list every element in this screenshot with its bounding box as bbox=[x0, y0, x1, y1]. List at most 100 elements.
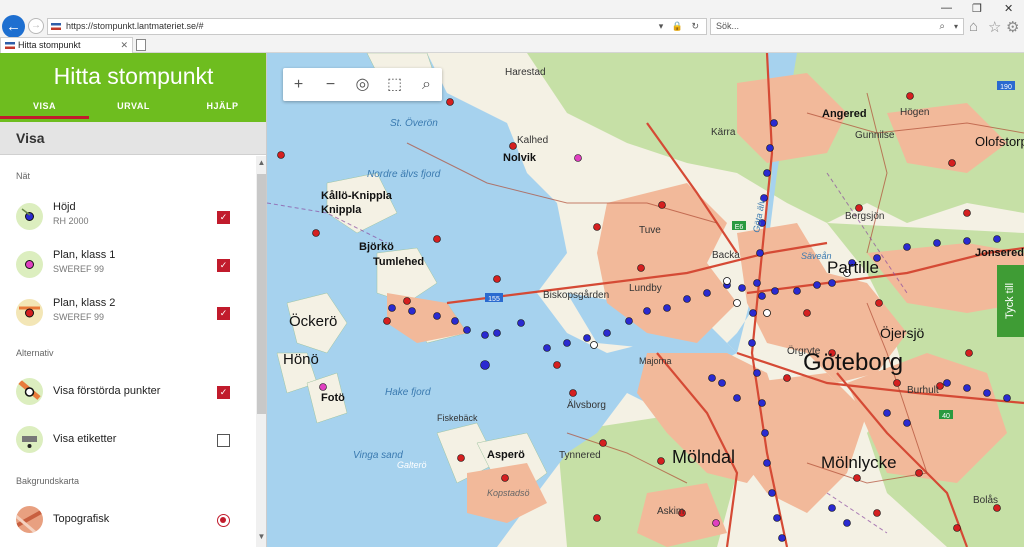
map-label: Kopstadsö bbox=[487, 488, 530, 498]
tab-hjalp[interactable]: HJÄLP bbox=[178, 101, 266, 111]
panel-scrollbar[interactable]: ▲ ▼ bbox=[256, 156, 266, 547]
close-tab-icon[interactable]: ✕ bbox=[120, 38, 128, 52]
group-label-nat: Nät bbox=[16, 171, 31, 181]
road-number: 155 bbox=[488, 296, 500, 303]
map-label: Vinga sand bbox=[353, 450, 403, 461]
topographic-map-icon bbox=[16, 506, 43, 533]
scroll-thumb[interactable] bbox=[257, 174, 266, 414]
locate-icon[interactable]: ◎ bbox=[347, 68, 378, 101]
favorites-star-icon[interactable]: ☆ bbox=[988, 18, 1001, 36]
tab-strip: Hitta stompunkt ✕ bbox=[0, 37, 1024, 53]
map-label: Gunnilse bbox=[855, 130, 895, 141]
map-label: Kållö-Knippla bbox=[321, 190, 393, 202]
section-header: Visa bbox=[0, 122, 266, 155]
map-label: Hake fjord bbox=[385, 387, 431, 398]
layer-item-plan-klass-2[interactable]: Plan, klass 2 SWEREF 99 ✓ bbox=[0, 293, 256, 333]
map-label: Öjersjö bbox=[880, 324, 925, 341]
map-label: Jonsered bbox=[975, 247, 1024, 259]
address-bar[interactable]: https://stompunkt.lantmateriet.se/# ▾ 🔒 … bbox=[47, 18, 707, 35]
radio-selected[interactable] bbox=[217, 514, 230, 527]
browser-toolbar: ← → https://stompunkt.lantmateriet.se/# … bbox=[0, 0, 1024, 38]
layer-title: Plan, klass 1 bbox=[53, 249, 116, 261]
destroyed-point-icon bbox=[16, 378, 43, 405]
new-tab-icon[interactable] bbox=[136, 39, 146, 51]
map-label: Bolås bbox=[973, 494, 998, 506]
map-label: Bergsjön bbox=[845, 211, 884, 222]
map-toolbar: + − ◎ ⬚ ⌕ bbox=[283, 68, 442, 101]
back-arrow-icon[interactable]: ← bbox=[2, 15, 25, 38]
browser-search-box[interactable]: Sök... ⌕ ▾ bbox=[710, 18, 964, 35]
map-label: Mölndal bbox=[672, 447, 735, 467]
search-icon[interactable]: ⌕ bbox=[939, 19, 945, 34]
checkbox-checked[interactable]: ✓ bbox=[217, 259, 230, 272]
group-label-alternativ: Alternativ bbox=[16, 348, 54, 358]
option-visa-forstorda-punkter[interactable]: Visa förstörda punkter ✓ bbox=[0, 372, 256, 412]
map-label: Öckerö bbox=[289, 312, 337, 330]
map-label: Harestad bbox=[505, 67, 546, 78]
checkbox-checked[interactable]: ✓ bbox=[217, 307, 230, 320]
map-label: Älvsborg bbox=[567, 399, 606, 411]
checkbox-unchecked[interactable] bbox=[217, 434, 230, 447]
search-icon[interactable]: ⌕ bbox=[411, 68, 442, 101]
map-label: Tynnered bbox=[559, 450, 601, 461]
map-label: St. Överön bbox=[390, 117, 438, 129]
feedback-button[interactable]: Tyck till bbox=[997, 265, 1024, 337]
layer-item-plan-klass-1[interactable]: Plan, klass 1 SWEREF 99 ✓ bbox=[0, 245, 256, 285]
map-label: Askim bbox=[657, 506, 684, 517]
chevron-down-icon[interactable]: ▾ bbox=[954, 19, 958, 34]
road-number: 190 bbox=[1000, 84, 1012, 91]
map-label: Lundby bbox=[629, 283, 662, 294]
label-icon bbox=[16, 426, 43, 453]
home-icon[interactable]: ⌂ bbox=[969, 18, 978, 35]
minimize-icon[interactable]: — bbox=[941, 2, 952, 14]
browser-tab-title: Hitta stompunkt bbox=[18, 40, 81, 50]
layer-item-hojd[interactable]: Höjd RH 2000 ✓ bbox=[0, 197, 256, 237]
road-number: 40 bbox=[942, 413, 950, 420]
map-label: Backa bbox=[712, 250, 740, 261]
gear-icon[interactable]: ⚙ bbox=[1006, 18, 1019, 36]
site-flag-icon bbox=[5, 42, 15, 49]
plan-class1-point-icon bbox=[16, 251, 43, 278]
map-label: Högen bbox=[900, 107, 929, 118]
map-label: Göteborg bbox=[803, 349, 903, 376]
browser-search-placeholder: Sök... bbox=[716, 21, 740, 31]
map-label: Hönö bbox=[283, 351, 319, 368]
tab-urval[interactable]: URVAL bbox=[89, 101, 178, 111]
panel-header: Hitta stompunkt VISA URVAL HJÄLP bbox=[0, 53, 266, 122]
address-tools-icon[interactable]: ▾ 🔒 ↻ bbox=[659, 19, 702, 34]
basemap-topografisk[interactable]: Topografisk bbox=[0, 500, 256, 540]
layer-subtitle: SWEREF 99 bbox=[53, 312, 105, 322]
address-url: https://stompunkt.lantmateriet.se/# bbox=[66, 21, 204, 31]
zoom-out-icon[interactable]: − bbox=[315, 68, 346, 101]
site-flag-icon bbox=[51, 23, 61, 30]
map-label: Angered bbox=[822, 108, 867, 120]
map-label: Nolvik bbox=[503, 152, 537, 164]
option-title: Visa etiketter bbox=[53, 433, 117, 445]
map-label: Tumlehed bbox=[373, 256, 424, 268]
option-visa-etiketter[interactable]: Visa etiketter bbox=[0, 420, 256, 460]
map-canvas[interactable]: 155 E6 190 40 Harestad St. Överön Kalhed… bbox=[267, 53, 1024, 547]
close-icon[interactable]: ✕ bbox=[1004, 2, 1013, 15]
map-label: Knippla bbox=[321, 204, 362, 216]
map-label: Tuve bbox=[639, 225, 661, 236]
map-label: Asperö bbox=[487, 449, 525, 461]
zoom-in-icon[interactable]: + bbox=[283, 68, 314, 101]
map-label: Kärra bbox=[711, 127, 736, 138]
map-label: Majorna bbox=[639, 356, 672, 366]
map-svg[interactable]: 155 E6 190 40 Harestad St. Överön Kalhed… bbox=[267, 53, 1024, 547]
tab-visa[interactable]: VISA bbox=[0, 101, 89, 119]
browser-chrome: ← → https://stompunkt.lantmateriet.se/# … bbox=[0, 0, 1024, 53]
checkbox-checked[interactable]: ✓ bbox=[217, 211, 230, 224]
checkbox-checked[interactable]: ✓ bbox=[217, 386, 230, 399]
map-label: Galterö bbox=[397, 460, 427, 470]
restore-icon[interactable]: ❐ bbox=[972, 2, 982, 15]
scroll-down-icon[interactable]: ▼ bbox=[256, 532, 266, 544]
map-label: Burhult bbox=[907, 385, 939, 396]
map-label: Olofstorp bbox=[975, 134, 1024, 149]
select-area-icon[interactable]: ⬚ bbox=[379, 68, 410, 101]
map-label: Nordre älvs fjord bbox=[367, 169, 441, 180]
map-label: Fiskebäck bbox=[437, 413, 478, 423]
scroll-up-icon[interactable]: ▲ bbox=[256, 158, 266, 170]
forward-arrow-icon[interactable]: → bbox=[28, 18, 44, 34]
browser-tab[interactable]: Hitta stompunkt ✕ bbox=[0, 37, 133, 53]
